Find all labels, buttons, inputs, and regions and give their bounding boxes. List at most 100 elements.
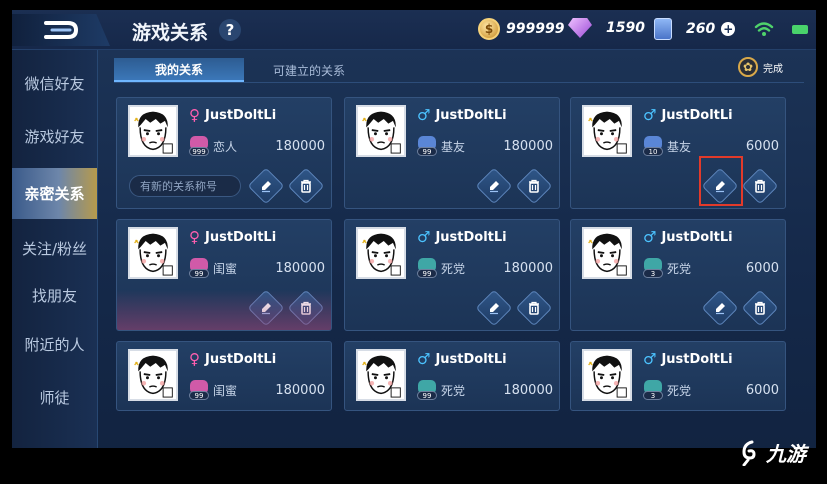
player-name-row: ♂ JustDoltLi bbox=[417, 228, 507, 246]
help-icon[interactable]: ? bbox=[219, 19, 241, 41]
back-arrow-icon bbox=[44, 21, 79, 39]
delete-relation-button[interactable] bbox=[287, 289, 325, 327]
intimacy-score: 180000 bbox=[503, 382, 553, 398]
player-name: JustDoltLi bbox=[661, 107, 733, 123]
sidebar-item-label: 关注/粉丝 bbox=[21, 240, 88, 258]
avatar[interactable] bbox=[582, 349, 632, 401]
tab-my-relations[interactable]: 我的关系 bbox=[114, 58, 244, 82]
relation-badge-icon: 10 bbox=[643, 136, 663, 156]
avatar-face-icon bbox=[358, 229, 404, 277]
sidebar-item-label: 附近的人 bbox=[24, 336, 85, 354]
female-gender-icon: ♀ bbox=[189, 350, 200, 368]
relation-row: 99 死党 180000 bbox=[417, 258, 553, 278]
delete-relation-button[interactable] bbox=[287, 167, 325, 205]
avatar[interactable] bbox=[128, 227, 178, 279]
relation-level: 3 bbox=[643, 391, 663, 400]
avatar-face-icon bbox=[130, 351, 176, 399]
highlight-annotation bbox=[699, 156, 743, 206]
relation-level: 99 bbox=[417, 147, 437, 156]
avatar-face-icon bbox=[358, 107, 404, 155]
intimacy-score: 180000 bbox=[503, 260, 553, 276]
edit-relation-button[interactable] bbox=[475, 167, 513, 205]
player-name-row: ♀ JustDoltLi bbox=[189, 106, 276, 124]
relation-card[interactable]: ♂ JustDoltLi 3 死党 6000 bbox=[570, 219, 786, 331]
avatar[interactable] bbox=[356, 227, 406, 279]
edit-relation-button[interactable] bbox=[701, 289, 739, 327]
relation-card[interactable]: ♂ JustDoltLi 99 死党 180000 bbox=[344, 219, 560, 331]
top-bar: 游戏关系 ? $ 999999 1590 260 + bbox=[12, 10, 816, 50]
avatar[interactable] bbox=[128, 349, 178, 401]
male-gender-icon: ♂ bbox=[643, 106, 657, 124]
relation-row: 99 死党 180000 bbox=[417, 380, 553, 400]
avatar[interactable] bbox=[582, 105, 632, 157]
male-gender-icon: ♂ bbox=[417, 106, 431, 124]
male-gender-icon: ♂ bbox=[643, 228, 657, 246]
delete-relation-button[interactable] bbox=[741, 167, 779, 205]
relation-level: 99 bbox=[417, 269, 437, 278]
relation-type: 死党 bbox=[441, 261, 466, 276]
relation-card[interactable]: ♀ JustDoltLi 999 恋人 180000 有新的关系称号 bbox=[116, 97, 332, 209]
avatar[interactable] bbox=[356, 349, 406, 401]
ticket-amount: 260 bbox=[686, 21, 716, 37]
relation-card[interactable]: ♂ JustDoltLi 99 基友 180000 bbox=[344, 97, 560, 209]
avatar[interactable] bbox=[356, 105, 406, 157]
trash-icon bbox=[299, 179, 313, 193]
pencil-icon bbox=[713, 301, 727, 315]
delete-relation-button[interactable] bbox=[515, 289, 553, 327]
relation-row: 99 闺蜜 180000 bbox=[189, 380, 325, 400]
player-name-row: ♂ JustDoltLi bbox=[643, 350, 733, 368]
relation-row: 3 死党 6000 bbox=[643, 380, 779, 400]
relation-badge-icon: 99 bbox=[417, 258, 437, 278]
player-name: JustDoltLi bbox=[661, 351, 733, 367]
sidebar-item-find-friends[interactable]: 找朋友 bbox=[12, 270, 97, 321]
sidebar-item-nearby[interactable]: 附近的人 bbox=[12, 319, 97, 370]
add-ticket-icon[interactable]: + bbox=[721, 22, 736, 36]
tab-divider bbox=[114, 82, 804, 83]
avatar[interactable] bbox=[582, 227, 632, 279]
sidebar-item-intimate-relations[interactable]: 亲密关系 bbox=[12, 168, 97, 219]
sidebar-item-follow-fans[interactable]: 关注/粉丝 bbox=[12, 223, 97, 274]
edit-relation-button[interactable] bbox=[475, 289, 513, 327]
relation-card[interactable]: ♂ JustDoltLi 10 基友 6000 bbox=[570, 97, 786, 209]
done-label: 完成 bbox=[763, 63, 783, 75]
relation-level: 999 bbox=[189, 147, 209, 156]
gold-amount: 999999 bbox=[506, 21, 565, 37]
relation-card[interactable]: ♀ JustDoltLi 99 闺蜜 180000 bbox=[116, 219, 332, 331]
relation-type: 恋人 bbox=[213, 139, 238, 154]
relation-level: 10 bbox=[643, 147, 663, 156]
delete-relation-button[interactable] bbox=[741, 289, 779, 327]
edit-relation-button[interactable] bbox=[247, 167, 285, 205]
tab-available-relations[interactable]: 可建立的关系 bbox=[244, 58, 374, 82]
avatar-face-icon bbox=[130, 229, 176, 277]
avatar-face-icon bbox=[584, 351, 630, 399]
edit-relation-button[interactable] bbox=[247, 289, 285, 327]
player-name-row: ♀ JustDoltLi bbox=[189, 228, 276, 246]
relation-title-input[interactable]: 有新的关系称号 bbox=[129, 175, 241, 197]
done-button[interactable]: ✿ 完成 bbox=[738, 57, 783, 77]
relation-badge-icon: 3 bbox=[643, 380, 663, 400]
sidebar-item-game-friends[interactable]: 游戏好友 bbox=[12, 111, 97, 162]
watermark-glyph-icon bbox=[742, 440, 756, 466]
relation-level: 99 bbox=[189, 269, 209, 278]
player-name: JustDoltLi bbox=[661, 229, 733, 245]
page-title: 游戏关系 bbox=[132, 22, 209, 44]
pencil-icon bbox=[259, 301, 273, 315]
sidebar-item-mentorship[interactable]: 师徒 bbox=[12, 372, 97, 423]
trash-icon bbox=[753, 301, 767, 315]
trash-icon bbox=[753, 179, 767, 193]
male-gender-icon: ♂ bbox=[417, 228, 431, 246]
relation-badge-icon: 3 bbox=[643, 258, 663, 278]
screen-bezel bbox=[12, 448, 816, 466]
avatar[interactable] bbox=[128, 105, 178, 157]
trash-icon bbox=[527, 179, 541, 193]
avatar-face-icon bbox=[358, 351, 404, 399]
player-name-row: ♂ JustDoltLi bbox=[643, 106, 733, 124]
relation-card[interactable]: ♀ JustDoltLi 99 闺蜜 180000 bbox=[116, 341, 332, 411]
delete-relation-button[interactable] bbox=[515, 167, 553, 205]
sidebar-item-wechat-friends[interactable]: 微信好友 bbox=[12, 58, 97, 109]
relation-card[interactable]: ♂ JustDoltLi 3 死党 6000 bbox=[570, 341, 786, 411]
intimacy-score: 180000 bbox=[275, 138, 325, 154]
back-button[interactable] bbox=[12, 14, 110, 46]
diamond-icon bbox=[568, 18, 592, 38]
relation-card[interactable]: ♂ JustDoltLi 99 死党 180000 bbox=[344, 341, 560, 411]
